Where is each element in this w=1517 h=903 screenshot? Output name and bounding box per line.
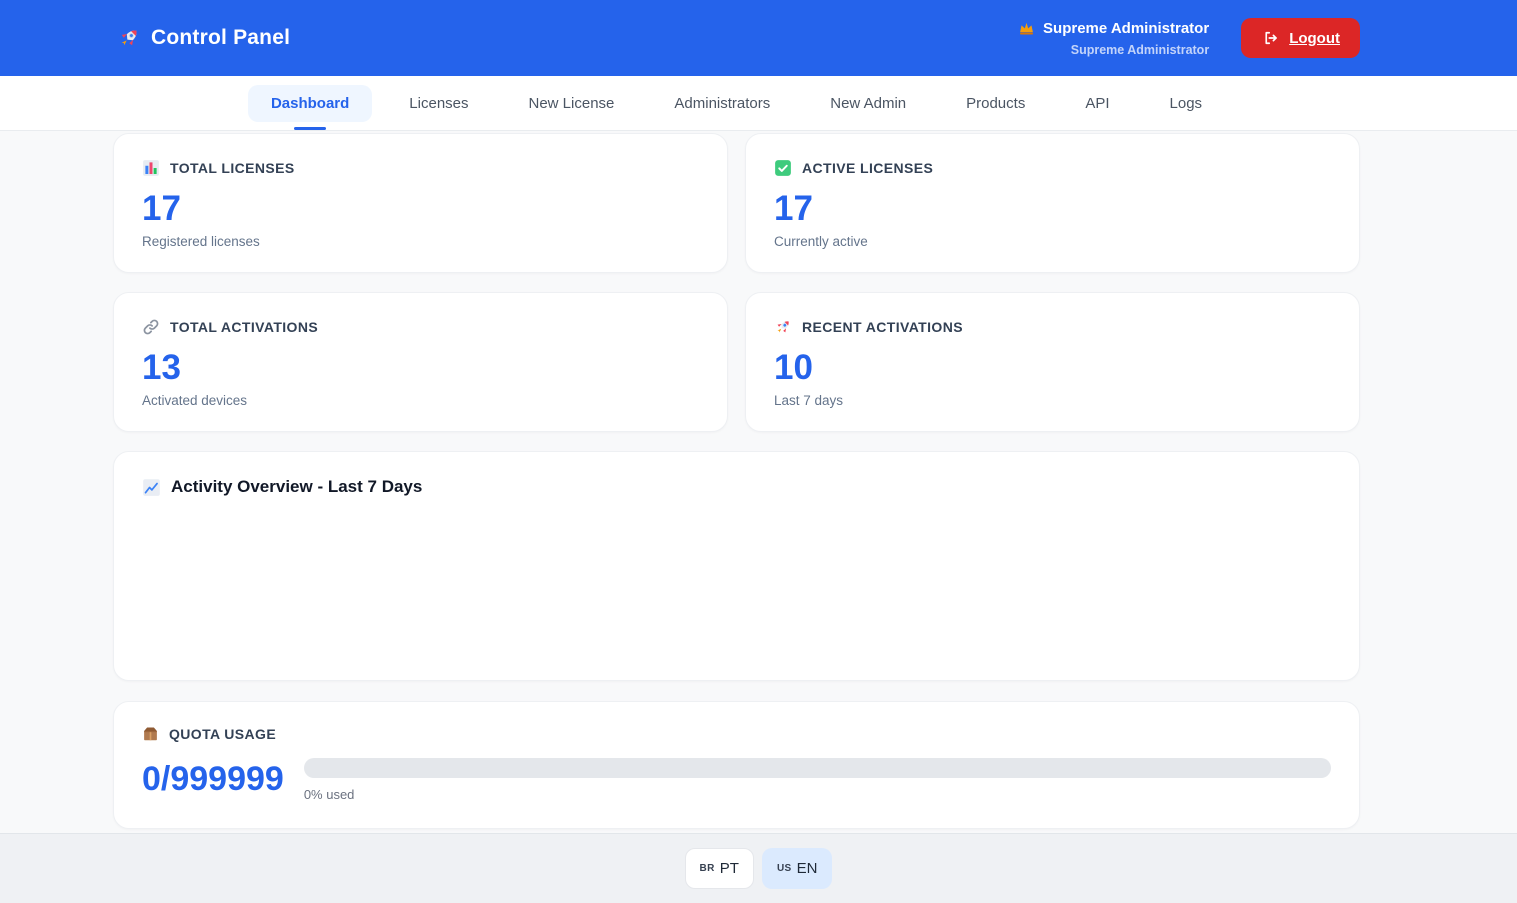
stat-label: TOTAL ACTIVATIONS bbox=[170, 319, 318, 335]
tab-licenses[interactable]: Licenses bbox=[379, 76, 498, 130]
logout-button[interactable]: Logout bbox=[1241, 18, 1360, 58]
stat-value: 10 bbox=[774, 350, 1331, 385]
stat-label: ACTIVE LICENSES bbox=[802, 160, 933, 176]
logout-icon bbox=[1261, 29, 1279, 47]
check-icon bbox=[774, 159, 792, 177]
stat-value: 17 bbox=[774, 191, 1331, 226]
quota-value: 0/999999 bbox=[142, 762, 284, 796]
activity-title: Activity Overview - Last 7 Days bbox=[171, 477, 422, 497]
stat-card-grid: TOTAL LICENSES 17 Registered licenses AC… bbox=[113, 133, 1360, 432]
flag-us-icon: US bbox=[777, 863, 792, 874]
tab-administrators[interactable]: Administrators bbox=[644, 76, 800, 130]
activity-chart-area bbox=[142, 497, 1331, 647]
crown-icon bbox=[1018, 20, 1035, 37]
rocket-icon bbox=[117, 26, 141, 50]
stat-card-recent-activations: RECENT ACTIVATIONS 10 Last 7 days bbox=[745, 292, 1360, 432]
footer: BR PT US EN bbox=[0, 833, 1517, 903]
tab-logs[interactable]: Logs bbox=[1140, 76, 1233, 130]
stat-value: 17 bbox=[142, 191, 699, 226]
link-icon bbox=[142, 318, 160, 336]
logout-label: Logout bbox=[1289, 30, 1340, 47]
chart-up-icon bbox=[142, 478, 161, 497]
tab-api[interactable]: API bbox=[1055, 76, 1139, 130]
user-role: Supreme Administrator bbox=[1018, 43, 1209, 57]
stat-label: TOTAL LICENSES bbox=[170, 160, 295, 176]
stat-card-active-licenses: ACTIVE LICENSES 17 Currently active bbox=[745, 133, 1360, 273]
quota-label: QUOTA USAGE bbox=[169, 726, 276, 742]
bar-chart-icon bbox=[142, 159, 160, 177]
page-title: Control Panel bbox=[151, 26, 290, 50]
language-button-pt[interactable]: BR PT bbox=[685, 848, 754, 889]
stat-subtitle: Activated devices bbox=[142, 393, 699, 408]
tab-products[interactable]: Products bbox=[936, 76, 1055, 130]
user-info: Supreme Administrator Supreme Administra… bbox=[1018, 20, 1209, 57]
quota-progress-bar bbox=[304, 758, 1331, 778]
flag-br-icon: BR bbox=[700, 863, 715, 874]
stat-subtitle: Last 7 days bbox=[774, 393, 1331, 408]
app-header: Control Panel Supreme Administrator Supr… bbox=[0, 0, 1517, 76]
dashboard-content: TOTAL LICENSES 17 Registered licenses AC… bbox=[0, 131, 1517, 833]
rocket-icon bbox=[774, 318, 792, 336]
tab-new-license[interactable]: New License bbox=[499, 76, 645, 130]
tab-new-admin[interactable]: New Admin bbox=[800, 76, 936, 130]
package-icon bbox=[142, 725, 159, 742]
stat-card-total-activations: TOTAL ACTIVATIONS 13 Activated devices bbox=[113, 292, 728, 432]
stat-value: 13 bbox=[142, 350, 699, 385]
stat-card-total-licenses: TOTAL LICENSES 17 Registered licenses bbox=[113, 133, 728, 273]
brand: Control Panel bbox=[113, 26, 290, 50]
activity-overview-card: Activity Overview - Last 7 Days bbox=[113, 451, 1360, 681]
main-nav: Dashboard Licenses New License Administr… bbox=[0, 76, 1517, 131]
stat-subtitle: Registered licenses bbox=[142, 234, 699, 249]
tab-dashboard[interactable]: Dashboard bbox=[241, 76, 379, 130]
user-name: Supreme Administrator bbox=[1043, 20, 1209, 37]
stat-label: RECENT ACTIVATIONS bbox=[802, 319, 963, 335]
stat-subtitle: Currently active bbox=[774, 234, 1331, 249]
language-button-en[interactable]: US EN bbox=[762, 848, 833, 889]
quota-usage-card: QUOTA USAGE 0/999999 0% used bbox=[113, 701, 1360, 829]
quota-percent-label: 0% used bbox=[304, 787, 1331, 802]
